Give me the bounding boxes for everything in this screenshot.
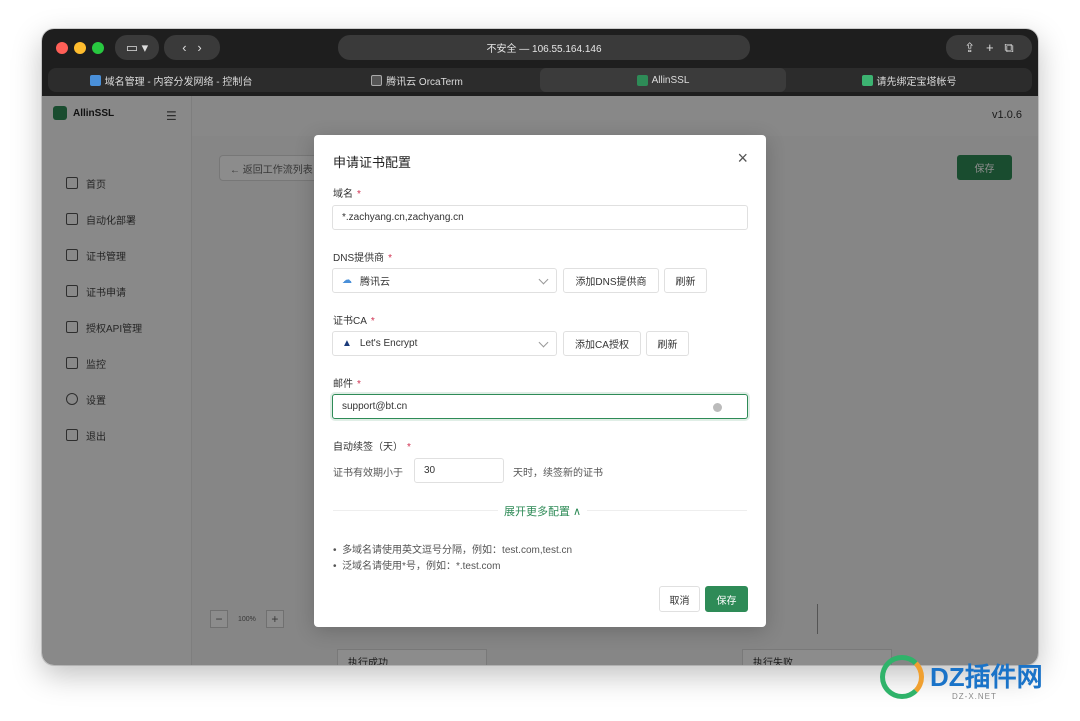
email-input[interactable]: support@bt.cn: [332, 394, 748, 419]
close-window-button[interactable]: [56, 42, 68, 54]
save-button[interactable]: 保存: [705, 586, 748, 612]
modal-title: 申请证书配置: [333, 155, 412, 170]
renew-label: 自动续签（天） *: [333, 442, 411, 453]
refresh-dns-button[interactable]: 刷新: [664, 268, 707, 293]
tab-bar: 域名管理 - 内容分发网络 - 控制台 腾讯云 OrcaTerm AllinSS…: [48, 68, 1032, 92]
expand-more-button[interactable]: 展开更多配置 ∧: [498, 503, 588, 519]
tip-item: • 多域名请使用英文逗号分隔，例如：test.com,test.cn: [333, 545, 573, 556]
cloud-icon: ☁: [342, 275, 352, 286]
renew-suffix: 天时，续签新的证书: [513, 468, 603, 479]
tab-domain[interactable]: 域名管理 - 内容分发网络 - 控制台: [48, 68, 294, 92]
tab-allinssl[interactable]: AllinSSL: [540, 68, 786, 92]
watermark: DZ插件网 DZ-X.NET: [880, 655, 1043, 701]
cloud-icon: [89, 74, 101, 86]
renew-days-input[interactable]: 30: [414, 458, 504, 483]
lock-icon: [636, 74, 648, 86]
clear-input-icon[interactable]: [713, 403, 722, 412]
ca-select[interactable]: ▲ Let's Encrypt: [332, 331, 557, 356]
sidebar-toggle-icon[interactable]: ▭ ▾: [115, 35, 159, 60]
apply-cert-modal: 申请证书配置 × 域名 * *.zachyang.cn,zachyang.cn D…: [314, 135, 766, 627]
add-ca-button[interactable]: 添加CA授权: [563, 331, 641, 356]
terminal-icon: [371, 74, 383, 86]
cancel-button[interactable]: 取消: [659, 586, 700, 612]
renew-prefix: 证书有效期小于: [333, 468, 403, 479]
browser-actions[interactable]: ⇪ + ⧉: [946, 35, 1032, 60]
tip-item: • 泛域名请使用*号，例如：*.test.com: [333, 561, 501, 572]
domain-input[interactable]: *.zachyang.cn,zachyang.cn: [332, 205, 748, 230]
dns-label: DNS提供商 *: [333, 253, 393, 264]
zoom-window-button[interactable]: [92, 42, 104, 54]
address-bar[interactable]: 不安全 — 106.55.164.146: [338, 35, 750, 60]
chevron-down-icon: [538, 274, 549, 285]
browser-chrome: ▭ ▾ ‹ › 不安全 — 106.55.164.146 ⇪ + ⧉ 域名管理 …: [42, 29, 1038, 96]
email-label: 邮件 *: [333, 379, 361, 390]
nav-back-forward[interactable]: ‹ ›: [164, 35, 220, 60]
add-dns-provider-button[interactable]: 添加DNS提供商: [563, 268, 659, 293]
url-text: 不安全 — 106.55.164.146: [486, 44, 602, 55]
tab-bt[interactable]: 请先绑定宝塔帐号: [786, 68, 1032, 92]
letsencrypt-icon: ▲: [342, 338, 352, 349]
refresh-ca-button[interactable]: 刷新: [646, 331, 689, 356]
domain-label: 域名 *: [333, 189, 361, 200]
close-icon[interactable]: ×: [737, 149, 748, 167]
watermark-logo-icon: [880, 655, 924, 699]
tab-orcaterm[interactable]: 腾讯云 OrcaTerm: [294, 68, 540, 92]
chevron-down-icon: [538, 337, 549, 348]
bt-icon: [861, 74, 873, 86]
ca-label: 证书CA *: [333, 316, 375, 327]
dns-provider-select[interactable]: ☁ 腾讯云: [332, 268, 557, 293]
minimize-window-button[interactable]: [74, 42, 86, 54]
